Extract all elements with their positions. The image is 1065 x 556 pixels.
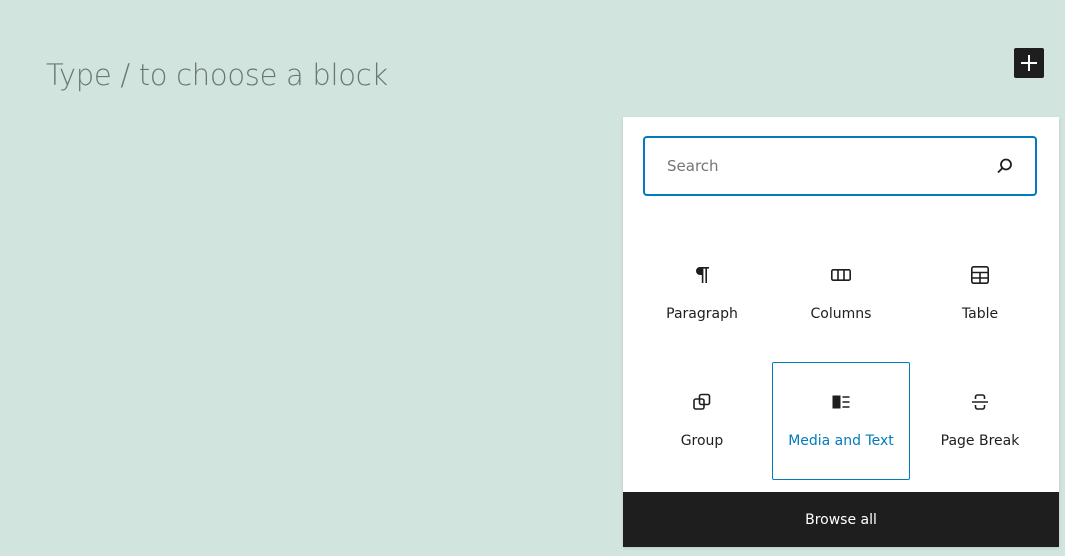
block-label: Page Break	[940, 433, 1020, 449]
media-text-icon	[832, 395, 850, 409]
plus-icon	[1021, 55, 1037, 71]
block-columns[interactable]: Columns	[772, 235, 910, 353]
block-label: Paragraph	[666, 306, 738, 322]
block-page-break[interactable]: Page Break	[911, 362, 1049, 480]
block-label: Table	[961, 306, 999, 322]
block-inserter-panel: Paragraph Columns Table Group Media and …	[623, 117, 1059, 547]
search-icon[interactable]	[993, 154, 1017, 178]
block-grid: Paragraph Columns Table Group Media and …	[633, 235, 1049, 480]
block-paragraph[interactable]: Paragraph	[633, 235, 771, 353]
group-icon	[693, 393, 711, 410]
block-label: Media and Text	[788, 433, 894, 449]
add-block-button[interactable]	[1014, 48, 1044, 78]
block-label: Columns	[810, 306, 872, 322]
browse-all-button[interactable]: Browse all	[623, 492, 1059, 547]
search-input[interactable]	[665, 156, 993, 176]
paragraph-icon	[696, 267, 709, 283]
block-table[interactable]: Table	[911, 235, 1049, 353]
block-placeholder[interactable]: Type / to choose a block	[46, 58, 388, 92]
page-break-icon	[972, 394, 988, 410]
block-label: Group	[680, 433, 724, 449]
block-group[interactable]: Group	[633, 362, 771, 480]
search-field[interactable]	[643, 136, 1037, 196]
table-icon	[970, 265, 989, 284]
columns-icon	[830, 269, 851, 281]
block-media-and-text[interactable]: Media and Text	[772, 362, 910, 480]
